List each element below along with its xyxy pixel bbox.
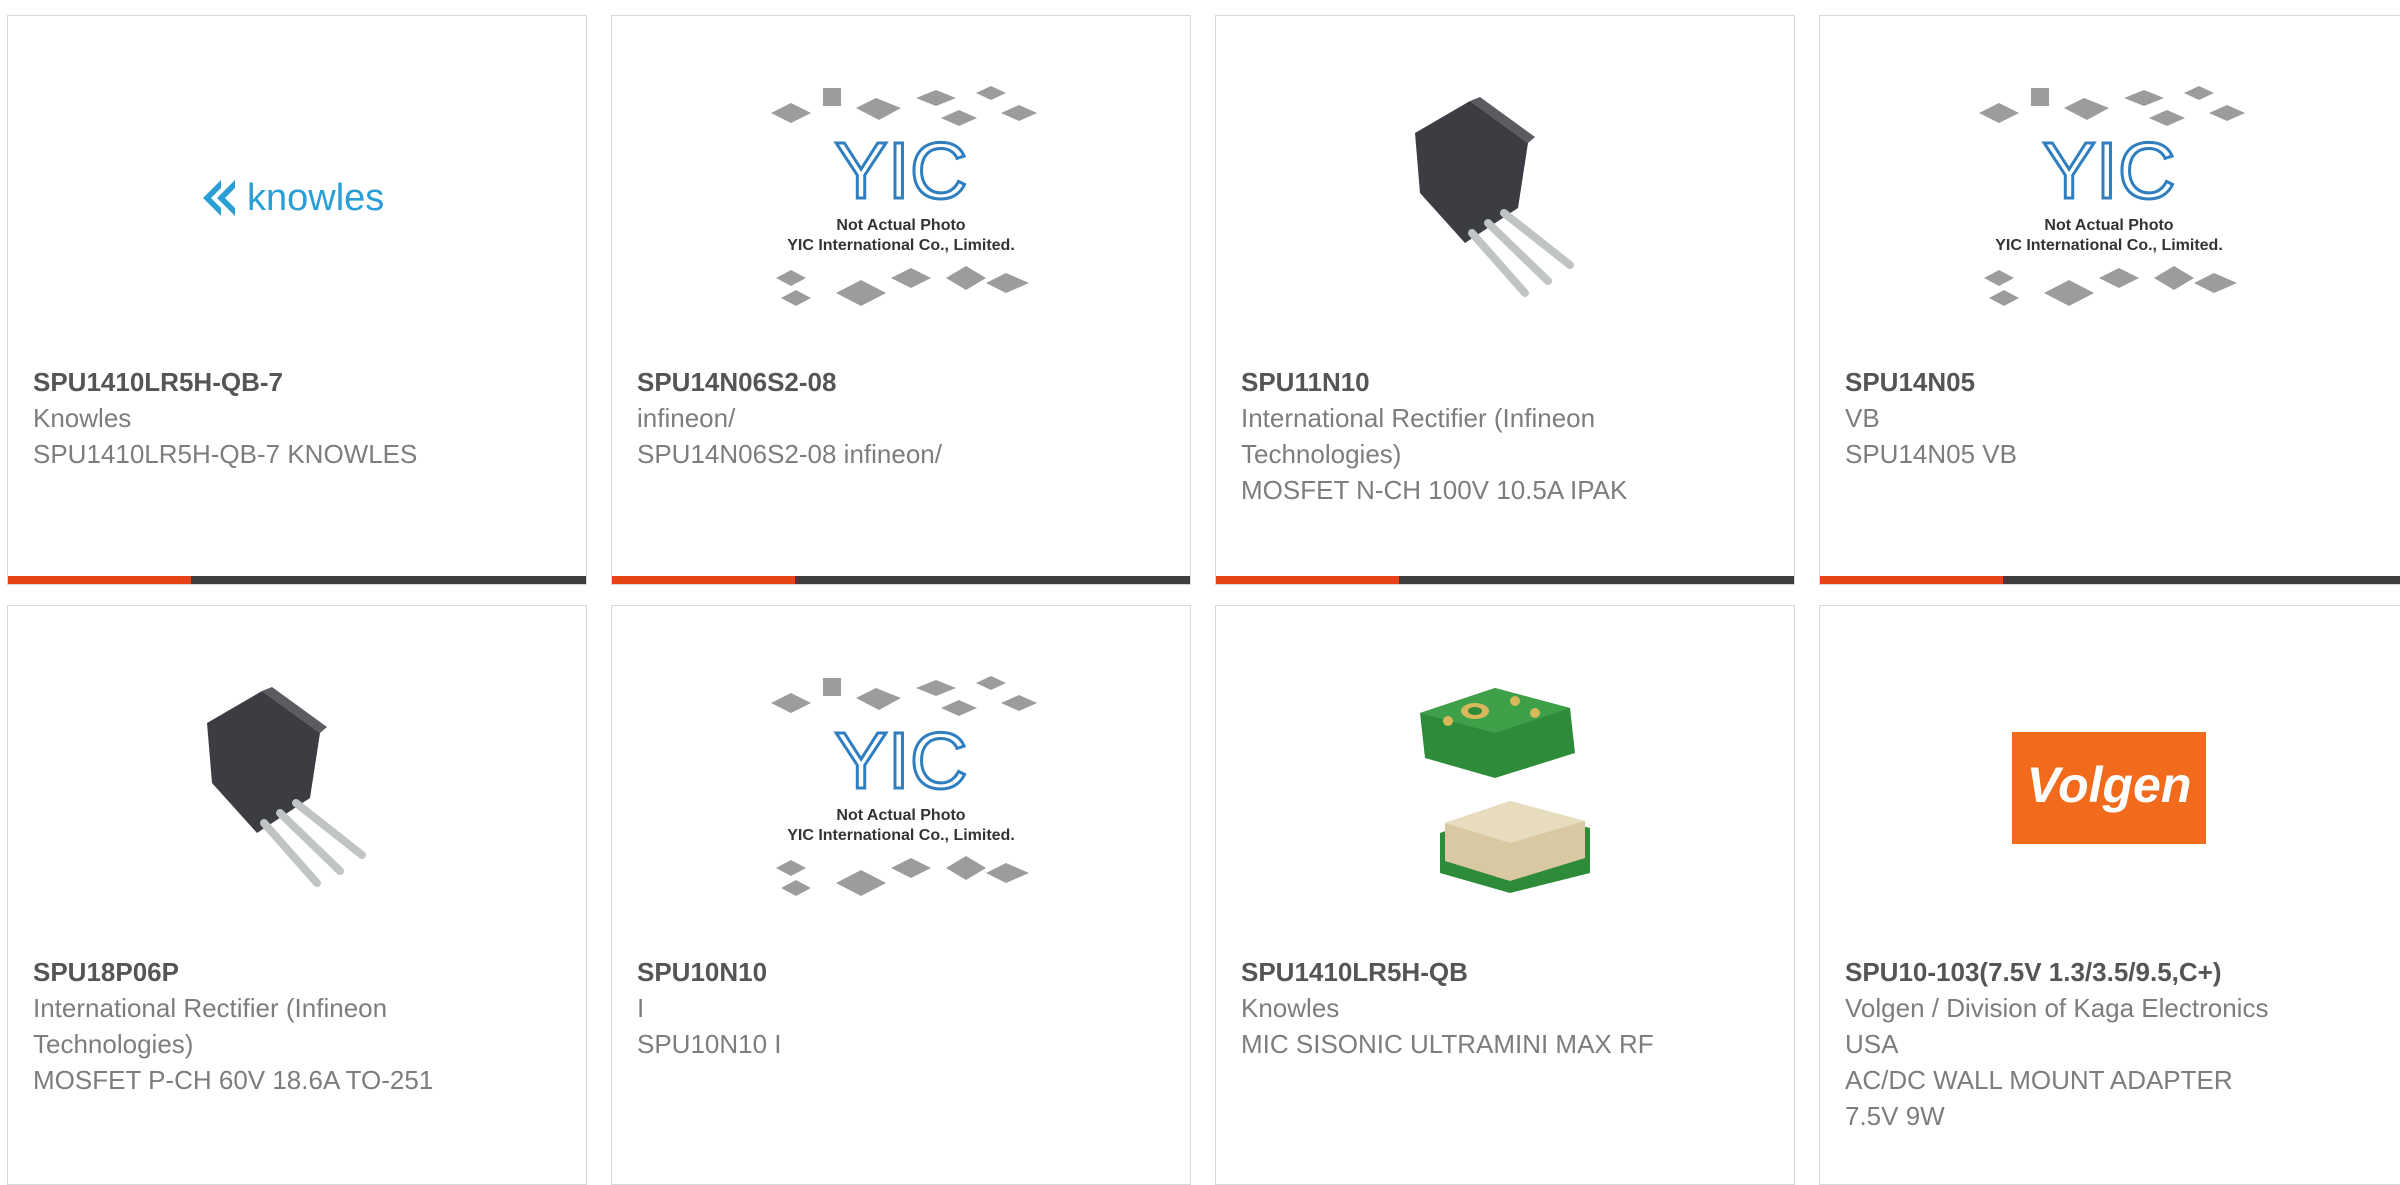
product-card[interactable]: SPU1410LR5H-QB Knowles MIC SISONIC ULTRA… (1215, 605, 1795, 1185)
placeholder-line1: Not Actual Photo (836, 807, 965, 824)
card-bar (1820, 576, 2400, 584)
product-card[interactable]: Volgen SPU10-103(7.5V 1.3/3.5/9.5,C+) Vo… (1819, 605, 2400, 1185)
placeholder-line1: Not Actual Photo (2044, 217, 2173, 234)
placeholder-line2: YIC International Co., Limited. (787, 237, 1015, 254)
transistor-ipak-icon (8, 668, 586, 908)
manufacturer: International Rectifier (Infineon Techno… (33, 993, 388, 1059)
manufacturer: I (637, 993, 645, 1023)
transistor-ipak-icon (1216, 78, 1794, 318)
yic-placeholder-icon: YIC Not Actual Photo YIC International C… (612, 78, 1190, 318)
part-number[interactable]: SPU1410LR5H-QB-7 (33, 364, 446, 400)
part-number[interactable]: SPU14N05 (1845, 364, 2278, 400)
manufacturer: Knowles (1241, 993, 1340, 1023)
product-card[interactable]: SPU18P06P International Rectifier (Infin… (7, 605, 587, 1185)
part-number[interactable]: SPU14N06S2-08 (637, 364, 1050, 400)
yic-placeholder-icon: YIC Not Actual Photo YIC International C… (1820, 78, 2398, 318)
product-card[interactable]: YIC Not Actual Photo YIC International C… (611, 605, 1191, 1185)
yic-placeholder-icon: YIC Not Actual Photo YIC International C… (612, 668, 1190, 908)
part-number[interactable]: SPU10N10 (637, 954, 1050, 990)
part-number[interactable]: SPU1410LR5H-QB (1241, 954, 1654, 990)
description: MIC SISONIC ULTRAMINI MAX RF (1241, 1029, 1654, 1059)
card-bar (612, 576, 1190, 584)
description: SPU14N06S2-08 infineon/ (637, 439, 942, 469)
mems-microphone-icon (1216, 668, 1794, 908)
card-bar (8, 576, 586, 584)
manufacturer: Volgen / Division of Kaga Electronics US… (1845, 993, 2269, 1059)
part-number[interactable]: SPU11N10 (1241, 364, 1654, 400)
description: MOSFET P-CH 60V 18.6A TO-251 (33, 1065, 434, 1095)
manufacturer: VB (1845, 403, 1880, 433)
manufacturer: Knowles (33, 403, 132, 433)
logo-text: knowles (247, 177, 384, 219)
part-number[interactable]: SPU18P06P (33, 954, 446, 990)
product-card[interactable]: YIC Not Actual Photo YIC International C… (611, 15, 1191, 585)
manufacturer: infineon/ (637, 403, 736, 433)
description: SPU14N05 VB (1845, 439, 2017, 469)
placeholder-line1: Not Actual Photo (836, 217, 965, 234)
volgen-logo-icon: Volgen (1820, 668, 2398, 908)
svg-text:YIC: YIC (834, 716, 967, 805)
description: AC/DC WALL MOUNT ADAPTER 7.5V 9W (1845, 1065, 2233, 1131)
svg-text:YIC: YIC (834, 126, 967, 215)
knowles-logo-icon: knowles (8, 78, 586, 318)
placeholder-line2: YIC International Co., Limited. (787, 827, 1015, 844)
product-card[interactable]: SPU11N10 International Rectifier (Infine… (1215, 15, 1795, 585)
part-number[interactable]: SPU10-103(7.5V 1.3/3.5/9.5,C+) (1845, 954, 2278, 990)
product-card[interactable]: YIC Not Actual Photo YIC International C… (1819, 15, 2400, 585)
logo-text: Volgen (2027, 757, 2192, 813)
description: SPU10N10 I (637, 1029, 782, 1059)
manufacturer: International Rectifier (Infineon Techno… (1241, 403, 1596, 469)
card-bar (1216, 576, 1794, 584)
description: MOSFET N-CH 100V 10.5A IPAK (1241, 475, 1628, 505)
description: SPU1410LR5H-QB-7 KNOWLES (33, 439, 418, 469)
svg-text:YIC: YIC (2042, 126, 2175, 215)
placeholder-line2: YIC International Co., Limited. (1995, 237, 2223, 254)
product-card[interactable]: knowles SPU1410LR5H-QB-7 Knowles SPU1410… (7, 15, 587, 585)
